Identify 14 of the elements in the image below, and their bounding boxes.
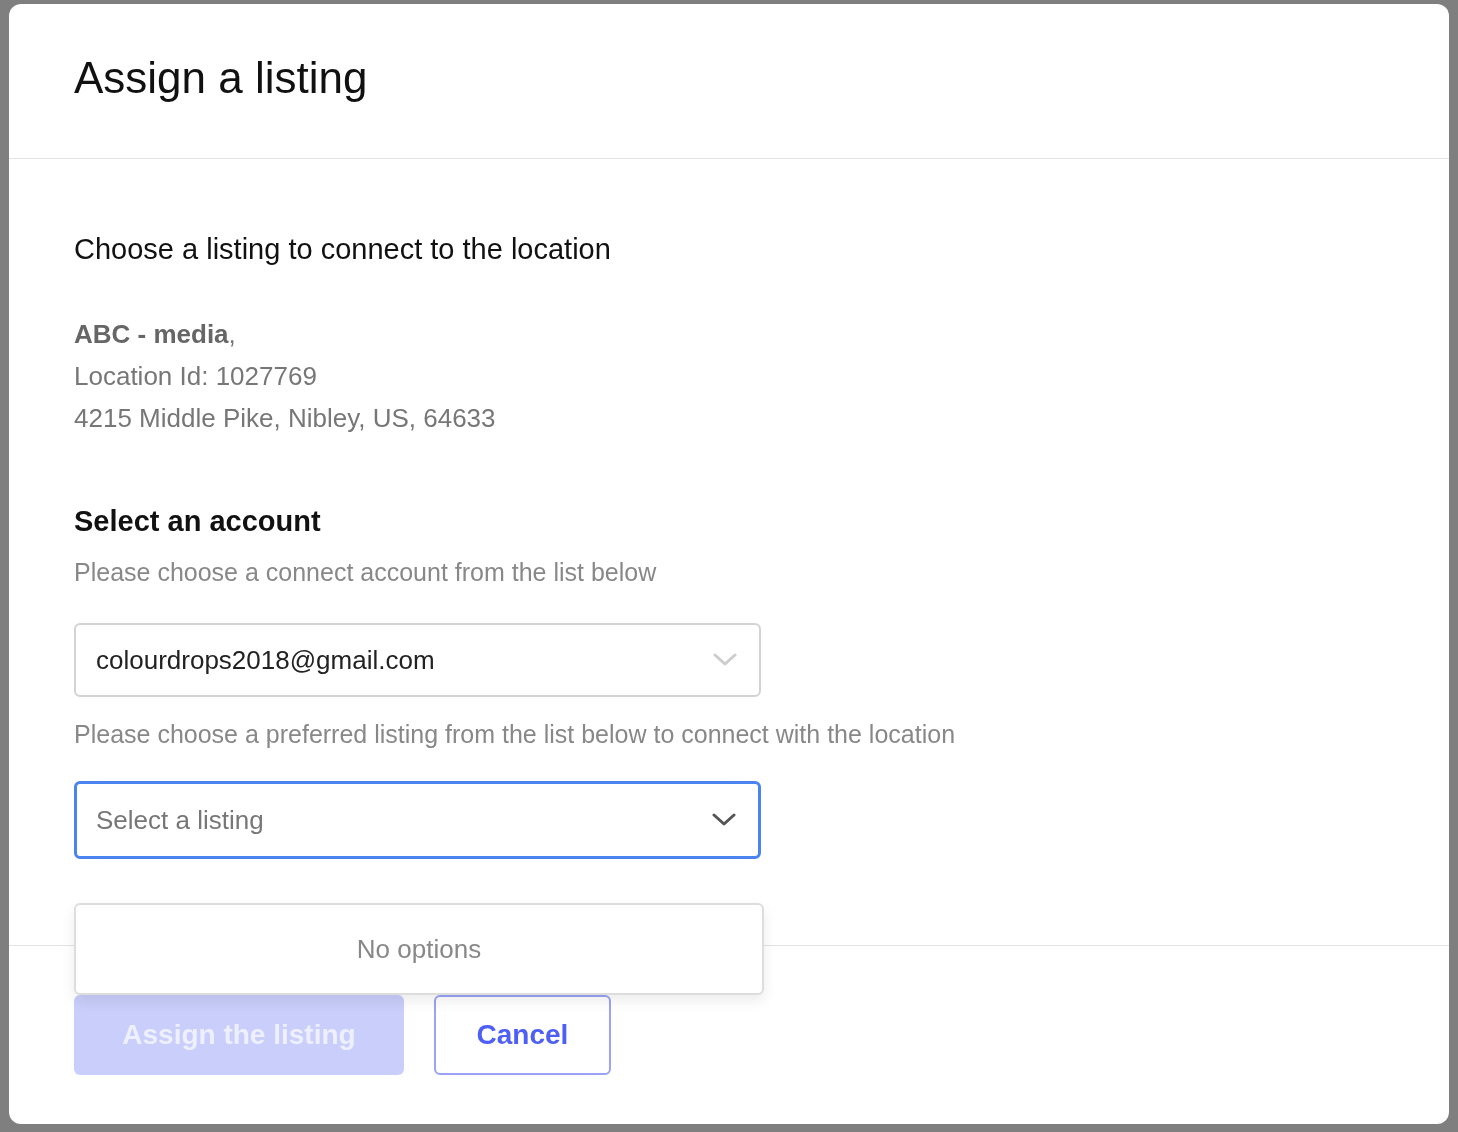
location-address: 4215 Middle Pike, Nibley, US, 64633	[74, 402, 496, 435]
hint-text: Please choose a connect account from the list below	[74, 557, 658, 588]
dialog-title: Assign a listing	[74, 53, 368, 104]
location-id: Location Id: 1027769	[74, 360, 317, 393]
intro-text: Choose a listing to connect to the location	[74, 232, 612, 267]
location-name: ABC - media,	[74, 318, 236, 351]
chevron-down-icon	[713, 653, 737, 667]
cancel-button[interactable]: Cancel	[434, 995, 611, 1075]
select-field[interactable]: Select a listing	[74, 781, 761, 859]
empty-message: No options	[356, 933, 482, 965]
select-field[interactable]: colourdrops2018@gmail.com	[74, 623, 761, 697]
hint-text: Please choose a preferred listing from the list below to connect with the location	[74, 719, 957, 750]
section-heading: Select an account	[74, 504, 322, 539]
chevron-down-icon	[712, 813, 736, 827]
